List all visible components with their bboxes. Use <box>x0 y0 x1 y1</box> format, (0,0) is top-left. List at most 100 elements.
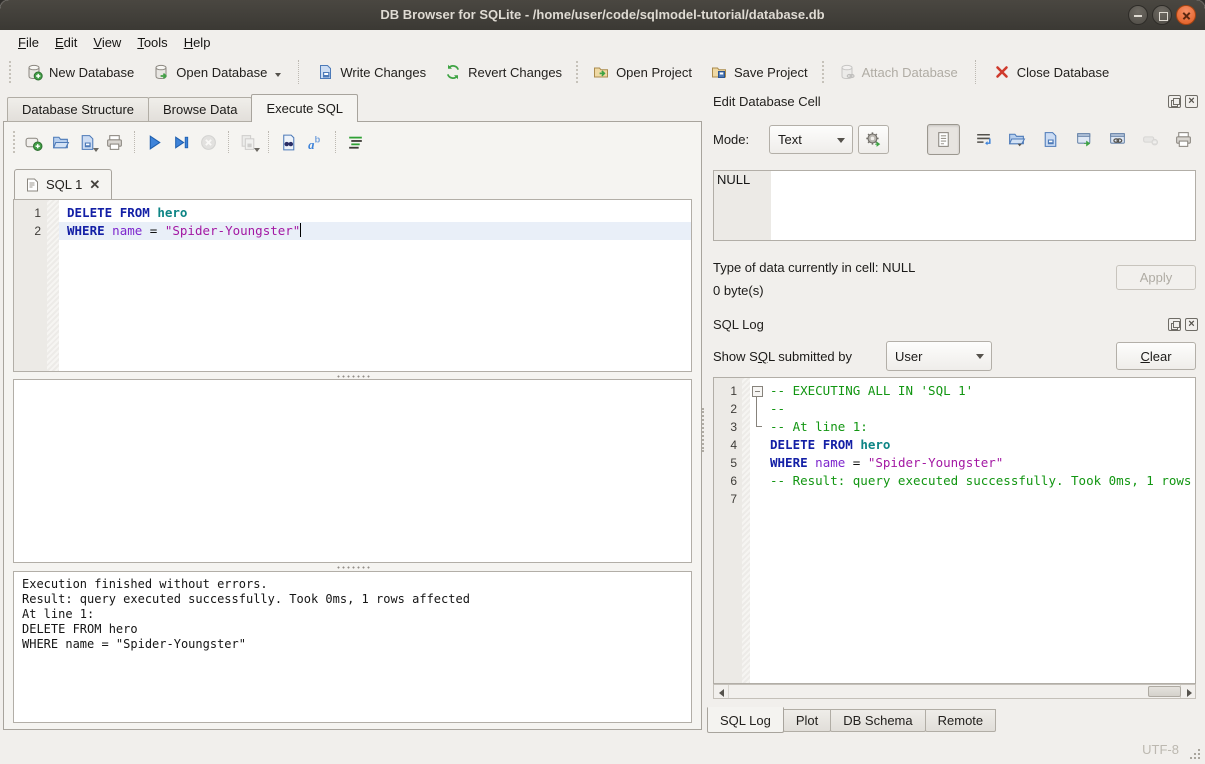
app-window: DB Browser for SQLite - /home/user/code/… <box>0 0 1205 764</box>
print-cell-button[interactable] <box>1170 126 1196 152</box>
submitter-combo[interactable]: User <box>886 341 992 371</box>
code-line[interactable]: 2WHERE name = "Spider-Youngster" <box>14 222 691 240</box>
close-database-icon <box>993 63 1011 81</box>
line-number: 1 <box>14 204 47 222</box>
open-sql-file-button[interactable] <box>47 129 74 156</box>
cell-editor-gutter: NULL <box>714 171 771 240</box>
import-settings-button[interactable] <box>858 125 889 154</box>
scroll-left-icon[interactable] <box>714 685 729 698</box>
find-icon <box>279 133 298 152</box>
open-database-button[interactable]: Open Database <box>143 58 290 86</box>
import-data-button[interactable] <box>1003 126 1029 152</box>
menu-edit[interactable]: Edit <box>47 33 85 52</box>
menu-tools[interactable]: Tools <box>129 33 175 52</box>
tab-execute-sql[interactable]: Execute SQL <box>251 94 358 122</box>
print-sql-button[interactable] <box>101 129 128 156</box>
dock-float-icon[interactable] <box>1168 318 1181 331</box>
fold-marker-icon <box>750 436 766 454</box>
save-sql-file-button[interactable] <box>74 129 101 156</box>
auto-completion-button[interactable]: ba <box>302 129 329 156</box>
toolbar-handle[interactable] <box>9 61 11 83</box>
save-cell-button[interactable] <box>1037 126 1063 152</box>
fold-marker-icon[interactable] <box>750 382 766 400</box>
tab-remote[interactable]: Remote <box>925 709 997 732</box>
word-wrap-icon <box>974 130 993 149</box>
mode-combo[interactable]: Text <box>769 125 853 154</box>
close-sql-tab-icon[interactable]: ✕ <box>89 177 100 193</box>
open-sql-tab-button[interactable] <box>20 129 47 156</box>
message-line: At line 1: <box>22 607 683 622</box>
tab-sql-log[interactable]: SQL Log <box>707 707 784 733</box>
toolbar-separator <box>975 60 976 84</box>
find-button[interactable] <box>275 129 302 156</box>
line-number: 3 <box>714 418 742 436</box>
tab-database-structure[interactable]: Database Structure <box>7 97 149 122</box>
revert-changes-button[interactable]: Revert Changes <box>435 58 571 86</box>
sql-doc-tab[interactable]: SQL 1 ✕ <box>14 169 112 199</box>
dock-close-icon[interactable] <box>1185 95 1198 108</box>
maximize-icon[interactable] <box>1152 5 1172 25</box>
text-mode-button[interactable] <box>927 124 960 155</box>
scrollbar-thumb[interactable] <box>1148 686 1181 697</box>
execute-current-line-icon <box>172 133 191 152</box>
dock-float-icon[interactable] <box>1168 95 1181 108</box>
cell-editor-text[interactable] <box>771 171 1195 240</box>
code-line[interactable]: 5WHERE name = "Spider-Youngster" <box>714 454 1195 472</box>
code-line[interactable]: 7 <box>714 490 1195 508</box>
cell-type-text: Type of data currently in cell: NULL <box>713 260 915 275</box>
resize-grip-icon[interactable] <box>1198 757 1200 759</box>
scroll-right-icon[interactable] <box>1180 685 1195 698</box>
edit-cell-dock-title: Edit Database Cell <box>713 94 821 109</box>
dock-close-icon[interactable] <box>1185 318 1198 331</box>
write-changes-button[interactable]: Write Changes <box>307 58 435 86</box>
tab-browse-data[interactable]: Browse Data <box>148 97 252 122</box>
text-mode-icon <box>934 130 953 149</box>
tab-db-schema[interactable]: DB Schema <box>830 709 925 732</box>
title-bar[interactable]: DB Browser for SQLite - /home/user/code/… <box>0 0 1205 30</box>
sql-editor[interactable]: 1DELETE FROM hero2WHERE name = "Spider-Y… <box>13 199 692 372</box>
vertical-splitter-handle[interactable] <box>702 408 704 452</box>
minimize-icon[interactable] <box>1128 5 1148 25</box>
menu-view[interactable]: View <box>85 33 129 52</box>
menu-help[interactable]: Help <box>176 33 219 52</box>
format-sql-button[interactable] <box>342 129 369 156</box>
code-line[interactable]: 3-- At line 1: <box>714 418 1195 436</box>
code-line[interactable]: 6-- Result: query executed successfully.… <box>714 472 1195 490</box>
code-line[interactable]: 1-- EXECUTING ALL IN 'SQL 1' <box>714 382 1195 400</box>
execute-current-line-button[interactable] <box>168 129 195 156</box>
toolbar-handle[interactable] <box>13 131 15 153</box>
log-horizontal-scrollbar[interactable] <box>713 684 1196 699</box>
open-database-dropdown-icon[interactable] <box>275 73 281 80</box>
execute-all-button[interactable] <box>141 129 168 156</box>
print-cell-icon <box>1174 130 1193 149</box>
execution-message-area[interactable]: Execution finished without errors.Result… <box>13 571 692 723</box>
code-line[interactable]: 2-- <box>714 400 1195 418</box>
toolbar-separator <box>335 131 336 153</box>
set-null-button <box>1137 126 1163 152</box>
save-project-button[interactable]: Save Project <box>701 58 817 86</box>
code-line[interactable]: 4DELETE FROM hero <box>714 436 1195 454</box>
splitter-handle[interactable] <box>13 564 692 570</box>
clear-button[interactable]: Clear <box>1116 342 1196 370</box>
fold-marker-icon <box>750 490 766 508</box>
toolbar-separator <box>134 131 135 153</box>
close-icon[interactable] <box>1176 5 1196 25</box>
toolbar-handle[interactable] <box>822 61 824 83</box>
open-project-button[interactable]: Open Project <box>583 58 701 86</box>
tab-plot[interactable]: Plot <box>783 709 831 732</box>
results-grid[interactable] <box>13 379 692 563</box>
cell-editor[interactable]: NULL <box>713 170 1196 241</box>
save-sql-dropdown-icon[interactable] <box>93 148 99 155</box>
word-wrap-button[interactable] <box>970 126 996 152</box>
menu-file[interactable]: File <box>10 33 47 52</box>
sql-log-view[interactable]: 1-- EXECUTING ALL IN 'SQL 1'2--3-- At li… <box>713 377 1196 684</box>
write-changes-label: Write Changes <box>340 65 426 80</box>
toolbar-handle[interactable] <box>576 61 578 83</box>
code-line[interactable]: 1DELETE FROM hero <box>14 204 691 222</box>
close-database-button[interactable]: Close Database <box>984 58 1119 86</box>
open-project-label: Open Project <box>616 65 692 80</box>
new-database-button[interactable]: New Database <box>16 58 143 86</box>
copy-cell-button[interactable] <box>1071 126 1097 152</box>
set-link-button[interactable] <box>1104 126 1130 152</box>
import-settings-icon <box>864 130 883 149</box>
